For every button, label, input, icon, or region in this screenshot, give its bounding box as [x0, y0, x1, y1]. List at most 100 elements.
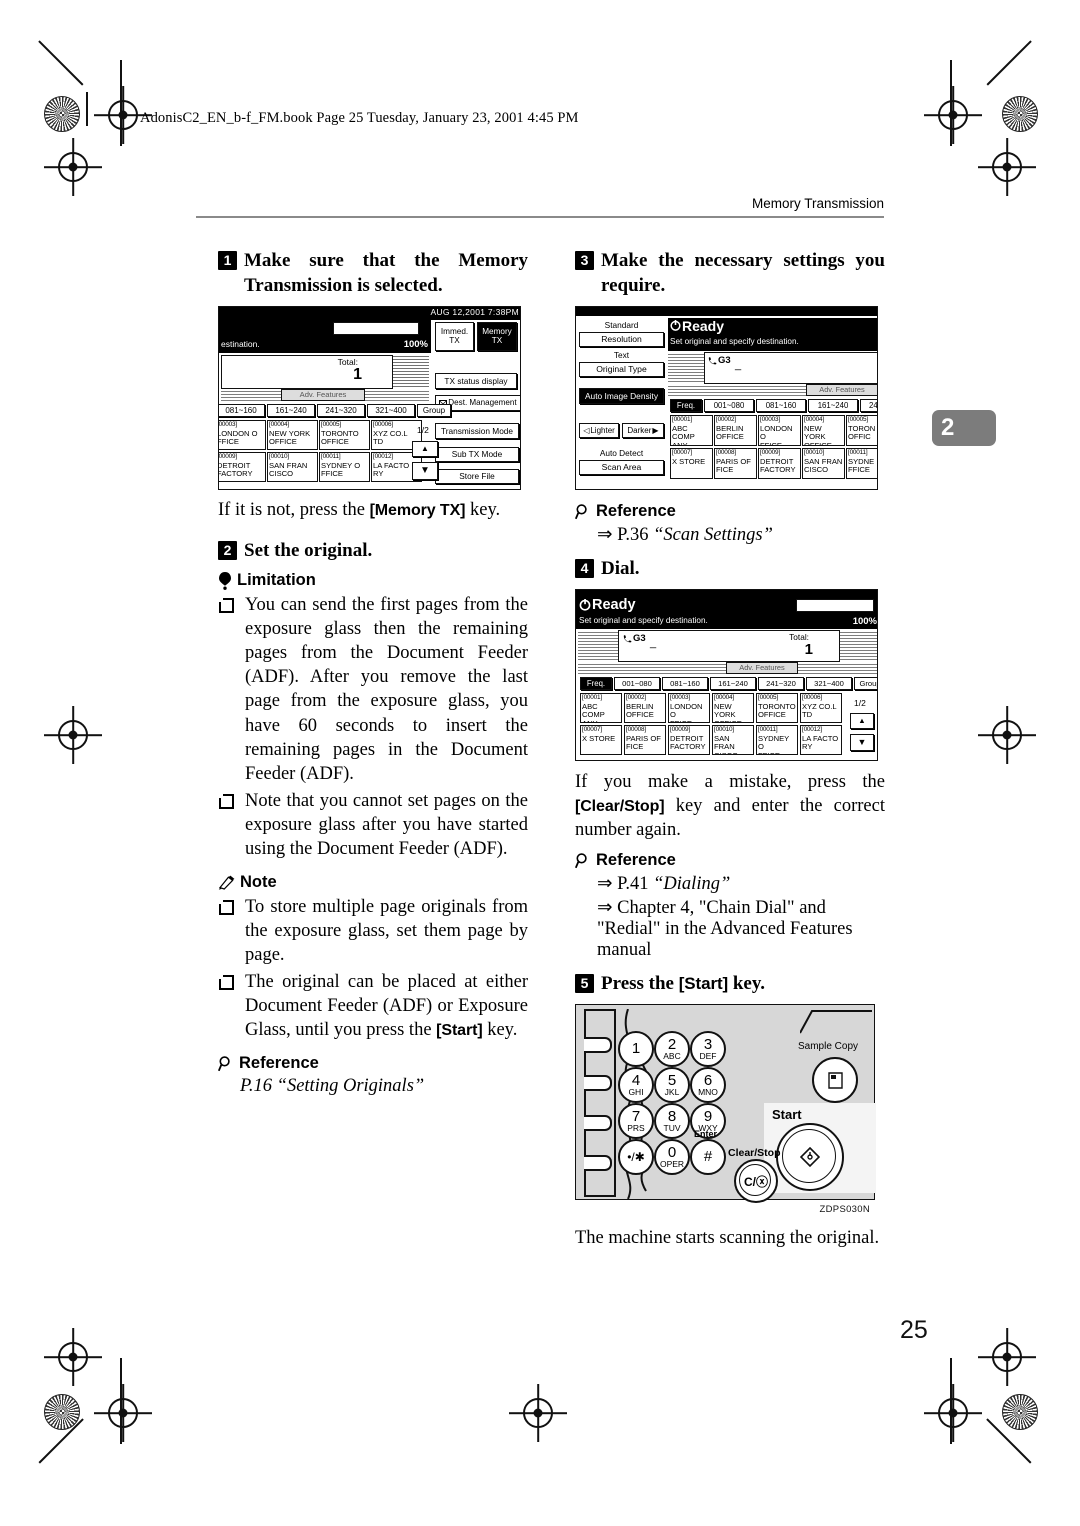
- chapter-tab: 2: [932, 410, 996, 446]
- lcd1-destination-5[interactable]: [00010] SAN FRAN CISCO: [267, 452, 318, 483]
- lcd2-destination-8[interactable]: [00010] SAN FRAN CISCO: [802, 448, 845, 480]
- registration-mark-right-lower: [978, 706, 1036, 764]
- lcd2-resolution-button[interactable]: Resolution: [579, 332, 664, 348]
- lcd3-destination-3[interactable]: [00004]NEW YORK OFFICE: [712, 693, 754, 724]
- lcd2-range-tab-0-label: 001~080: [713, 400, 745, 410]
- keypad-key-5[interactable]: 5 JKL: [654, 1067, 690, 1104]
- figure-id: ZDPS030N: [819, 1204, 870, 1216]
- lcd3-destination-0-line2: ANY: [582, 719, 598, 722]
- lcd1-destination-4-line2: FACTORY: [218, 469, 253, 479]
- lcd3-destination-4[interactable]: [00005] TORONTO OFFICE: [756, 693, 798, 724]
- keypad-key-6[interactable]: 6 MNO: [690, 1067, 726, 1104]
- step-1: 1 Make sure that the Memory Transmission…: [218, 248, 528, 298]
- lcd3-range-tab-1[interactable]: 081~160: [662, 677, 708, 691]
- lcd2-adv-features-button[interactable]: Adv. Features: [806, 384, 877, 397]
- lcd3-destination-10[interactable]: [00011]SYDNEY OFFICE: [756, 725, 798, 756]
- lcd3-range-tab-group[interactable]: Group: [854, 677, 877, 691]
- lcd2-destination-9[interactable]: [00011] SYDNE FFICE: [846, 448, 877, 480]
- lcd2-darker-label: Darker: [627, 425, 652, 435]
- lcd2-destination-2[interactable]: [00003] LONDON O FFICE: [758, 415, 801, 447]
- keypad-key-2[interactable]: 2 ABC: [654, 1031, 690, 1068]
- lcd2-original-type-button[interactable]: Original Type: [579, 362, 664, 378]
- lcd3-range-tab-2[interactable]: 161~240: [710, 677, 756, 691]
- lcd3-scroll-up-button[interactable]: ▲: [850, 713, 874, 730]
- lcd1-destination-2[interactable]: [00005] TORONTO OFFICE: [319, 420, 370, 451]
- lcd3-destination-7[interactable]: [00008] PARIS OF FICE: [624, 725, 666, 756]
- lcd1-sub-tx-mode-button[interactable]: Sub TX Mode: [435, 447, 519, 463]
- lcd2-range-tab-0[interactable]: 001~080: [704, 399, 754, 413]
- lcd2-freq-tab[interactable]: Freq.: [670, 399, 702, 413]
- lcd2-destination-1[interactable]: [00002] BERLIN OFFICE: [714, 415, 757, 447]
- lcd2-range-tab-3[interactable]: 241~3: [860, 399, 877, 413]
- lcd2-lighter-button[interactable]: ◁ Lighter: [579, 423, 619, 439]
- lcd1-range-tab-0[interactable]: 081~160: [219, 404, 265, 418]
- lcd1-immed-tx-button[interactable]: Immed. TX: [435, 322, 474, 352]
- keypad-key-0[interactable]: 0 OPER: [654, 1139, 690, 1176]
- keypad-key-hash[interactable]: #: [690, 1139, 726, 1176]
- lcd1-range-tab-1[interactable]: 161~240: [267, 404, 315, 418]
- clear-stop-button[interactable]: C/ⓧ: [734, 1159, 778, 1204]
- lcd1-adv-features-button[interactable]: Adv. Features: [281, 389, 365, 402]
- sample-copy-button[interactable]: [812, 1057, 858, 1104]
- step-3-heading: Make the necessary settings you require.: [601, 250, 885, 297]
- lcd1-range-tab-3[interactable]: 321~400: [367, 404, 415, 418]
- start-button[interactable]: [776, 1123, 844, 1192]
- lcd3-range-tab-3[interactable]: 241~320: [758, 677, 804, 691]
- lcd3-destination-9-line2: CISCO: [714, 751, 738, 754]
- note-header: Note: [218, 873, 528, 892]
- keypad-key-asterisk-digit: •/✱: [627, 1150, 645, 1165]
- lcd2-auto-image-density-button[interactable]: Auto Image Density: [579, 388, 664, 405]
- step-1-after-text-1: If it is not, press the: [218, 500, 370, 521]
- lcd3-adv-features-button[interactable]: Adv. Features: [726, 662, 798, 675]
- lcd3-destination-2[interactable]: [00003]LONDON OFFICE: [668, 693, 710, 724]
- lcd3-information-button[interactable]: Information: [796, 599, 874, 613]
- lcd1-memory-tx-button[interactable]: Memory TX: [477, 322, 517, 352]
- lcd3-destination-1[interactable]: [00002] BERLIN OFFICE: [624, 693, 666, 724]
- lcd1-destination-4[interactable]: [00009] DETROIT FACTORY: [218, 452, 266, 483]
- lcd2-scan-area-button[interactable]: Scan Area: [579, 460, 664, 476]
- keypad-key-3[interactable]: 3 DEF: [690, 1031, 726, 1068]
- keypad-key-8[interactable]: 8 TUV: [654, 1103, 690, 1140]
- lcd2-destination-3[interactable]: [00004] NEW YORK OFFICE: [802, 415, 845, 447]
- lcd3-destination-9[interactable]: [00010]SAN FRANCISCO: [712, 725, 754, 756]
- lcd3-destination-7-line2: FICE: [626, 742, 644, 752]
- lcd2-destination-1-line2: OFFICE: [716, 432, 744, 442]
- lcd1-destination-6[interactable]: [00011] SYDNEY O FFICE: [319, 452, 370, 483]
- lcd2-destination-6[interactable]: [00008] PARIS OF FICE: [714, 448, 757, 480]
- lcd1-scroll-up-button[interactable]: ▲: [412, 441, 438, 458]
- lcd2-destination-7[interactable]: [00009] DETROIT FACTORY: [758, 448, 801, 480]
- lcd3-range-tab-4[interactable]: 321~400: [806, 677, 852, 691]
- lcd1-information-button[interactable]: Information: [333, 322, 419, 336]
- lcd3-range-tab-0[interactable]: 001~080: [614, 677, 660, 691]
- note-callout: Note To store multiple page originals fr…: [218, 873, 528, 1042]
- reference-header-left: Reference: [218, 1054, 528, 1073]
- lcd2-destination-5[interactable]: [00007] X STORE: [670, 448, 713, 480]
- lcd1-transmission-mode-button[interactable]: Transmission Mode: [435, 423, 519, 440]
- lcd2-darker-button[interactable]: Darker ▶: [622, 423, 664, 439]
- page-number: 25: [900, 1316, 928, 1344]
- lcd2-destination-2-line2: FFICE: [760, 440, 782, 447]
- lcd1-tx-status-button[interactable]: TX status display: [435, 373, 517, 390]
- lcd1-destination-5-line2: CISCO: [269, 469, 294, 479]
- lcd2-destination-0[interactable]: [00001] ABC COMP ANY: [670, 415, 713, 447]
- lcd1-range-tab-group[interactable]: Group: [417, 404, 451, 418]
- lcd3-scroll-down-button[interactable]: ▼: [850, 734, 874, 752]
- lcd2-destination-4[interactable]: [00005] TORON OFFIC: [846, 415, 877, 447]
- step-1-after-text: If it is not, press the [Memory TX] key.: [218, 498, 528, 522]
- limitation-list: You can send the first pages from the ex…: [218, 593, 528, 861]
- lcd2-range-tab-2[interactable]: 161~240: [808, 399, 858, 413]
- lcd1-store-file-button[interactable]: Store File: [435, 469, 519, 485]
- lcd2-range-tab-1[interactable]: 081~160: [756, 399, 806, 413]
- lcd1-scroll-down-button[interactable]: ▼: [412, 462, 438, 481]
- reference-line-step4-0: ⇒ P.41 “Dialing”: [575, 873, 885, 895]
- lcd3-freq-tab[interactable]: Freq.: [580, 677, 612, 691]
- lcd3-destination-0[interactable]: [00001]ABC COMPANY: [580, 693, 622, 724]
- lcd3-destination-6[interactable]: [00007] X STORE: [580, 725, 622, 756]
- lcd3-destination-11[interactable]: [00012] LA FACTO RY: [800, 725, 842, 756]
- lcd1-destination-0[interactable]: [00003] LONDON O FFICE: [219, 420, 266, 451]
- lcd3-destination-8[interactable]: [00009] DETROIT FACTORY: [668, 725, 710, 756]
- lcd1-range-tab-2[interactable]: 241~320: [317, 404, 365, 418]
- lcd2-text-label: Text: [613, 350, 630, 361]
- lcd1-destination-1[interactable]: [00004] NEW YORK OFFICE: [267, 420, 318, 451]
- lcd3-destination-5[interactable]: [00006] XYZ CO.L TD: [800, 693, 842, 724]
